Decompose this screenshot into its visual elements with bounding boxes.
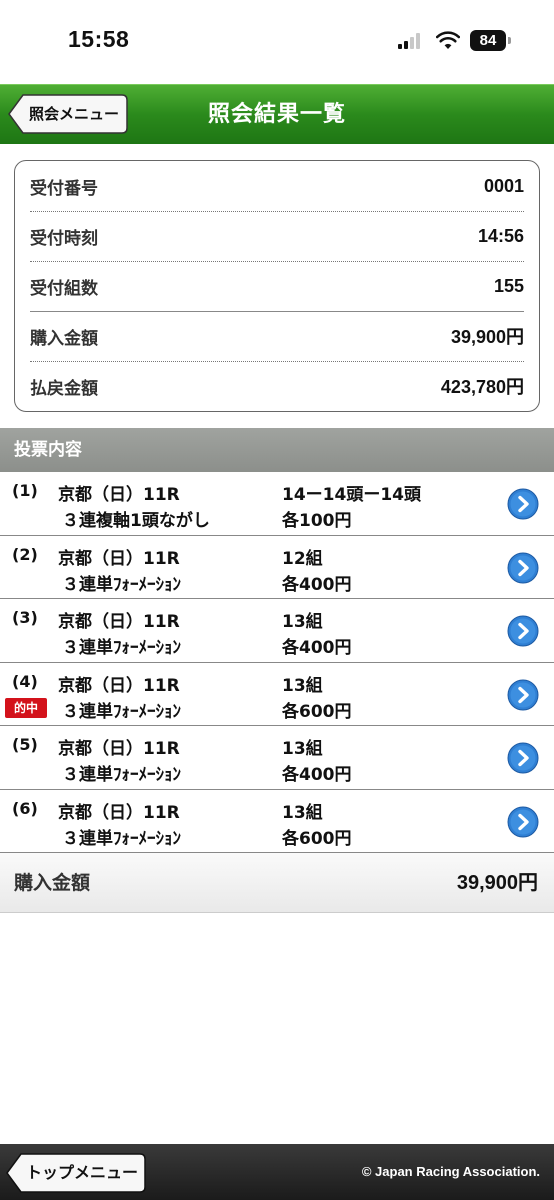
page-title: 照会結果一覧 (207, 102, 346, 127)
summary-label: 受付時刻 (30, 228, 98, 249)
summary-label: 払戻金額 (30, 378, 98, 399)
back-button[interactable]: 照会メニュー (8, 93, 128, 135)
bet-race: 京都（日）11R (58, 548, 180, 569)
total-label: 購入金額 (14, 872, 91, 894)
bet-list: (1) 京都（日）11R ３連複軸1頭ながし 14ー14頭ー14頭 各100円 … (0, 472, 554, 853)
nav-header: 照会メニュー 照会結果一覧 (0, 84, 554, 144)
bet-type: ３連単ﾌｫｰﾒｰｼｮﾝ (62, 765, 181, 785)
summary-row-purchase-amount: 購入金額 39,900円 (30, 311, 524, 361)
chevron-right-circle-icon[interactable] (507, 552, 539, 584)
back-button-label: 照会メニュー (28, 105, 119, 123)
bet-row-6[interactable]: (6) 京都（日）11R ３連単ﾌｫｰﾒｰｼｮﾝ 13組 各600円 (0, 789, 554, 853)
bet-detail: 13組 (282, 675, 323, 696)
total-value: 39,900円 (456, 872, 538, 894)
summary-row-receipt-number: 受付番号 0001 (30, 161, 524, 211)
bet-race: 京都（日）11R (58, 802, 180, 823)
bet-number: (6) (12, 798, 38, 818)
summary-row-payout-amount: 払戻金額 423,780円 (30, 361, 524, 411)
bet-race: 京都（日）11R (58, 612, 180, 632)
status-bar: 15:58 84 (0, 0, 554, 84)
bet-detail: 13組 (282, 739, 323, 759)
bet-amount: 各600円 (282, 828, 352, 849)
bet-amount: 各400円 (282, 574, 352, 595)
chevron-right-circle-icon[interactable] (507, 615, 539, 647)
total-bar: 購入金額 39,900円 (0, 853, 554, 913)
summary-value: 14:56 (477, 225, 524, 246)
summary-value: 39,900円 (450, 327, 524, 347)
chevron-right-circle-icon[interactable] (507, 742, 539, 774)
bet-row-4[interactable]: (4) 的中 京都（日）11R ３連単ﾌｫｰﾒｰｼｮﾝ 13組 各600円 (0, 662, 554, 726)
bet-row-3[interactable]: (3) 京都（日）11R ３連単ﾌｫｰﾒｰｼｮﾝ 13組 各400円 (0, 599, 554, 663)
bet-type: ３連複軸1頭ながし (62, 511, 210, 531)
chevron-right-circle-icon[interactable] (507, 806, 539, 838)
bet-type: ３連単ﾌｫｰﾒｰｼｮﾝ (62, 828, 181, 849)
bet-detail: 13組 (282, 612, 323, 632)
bet-amount: 各600円 (282, 701, 352, 722)
bet-row-2[interactable]: (2) 京都（日）11R ３連単ﾌｫｰﾒｰｼｮﾝ 12組 各400円 (0, 535, 554, 599)
hit-badge: 的中 (5, 697, 47, 718)
bet-number: (1) (12, 481, 38, 500)
top-menu-label: トップメニュー (25, 1163, 138, 1182)
summary-value: 423,780円 (440, 377, 524, 397)
bet-number: (3) (12, 608, 38, 627)
bet-amount: 各400円 (282, 638, 352, 658)
bet-detail: 14ー14頭ー14頭 (282, 485, 421, 505)
bet-number: (4) (12, 671, 38, 691)
summary-label: 受付番号 (30, 178, 98, 199)
bet-detail: 12組 (282, 548, 323, 569)
chevron-right-circle-icon[interactable] (507, 488, 539, 520)
top-menu-button[interactable]: トップメニュー (6, 1152, 146, 1194)
summary-label: 購入金額 (30, 328, 98, 349)
bet-type: ３連単ﾌｫｰﾒｰｼｮﾝ (62, 638, 181, 658)
bet-race: 京都（日）11R (58, 739, 180, 759)
footer-bar: トップメニュー © Japan Racing Association. (0, 1144, 554, 1200)
bet-race: 京都（日）11R (58, 675, 180, 696)
battery-icon: 84 (470, 30, 506, 51)
bet-amount: 各400円 (282, 765, 352, 785)
summary-label: 受付組数 (30, 278, 98, 299)
bet-row-1[interactable]: (1) 京都（日）11R ３連複軸1頭ながし 14ー14頭ー14頭 各100円 (0, 472, 554, 536)
bet-race: 京都（日）11R (58, 485, 180, 505)
bet-number: (2) (12, 544, 38, 564)
section-header: 投票内容 (0, 428, 554, 472)
bet-type: ３連単ﾌｫｰﾒｰｼｮﾝ (62, 574, 181, 595)
summary-value: 155 (493, 275, 524, 296)
cellular-signal-icon (398, 33, 424, 49)
bet-number: (5) (12, 735, 38, 754)
status-time: 15:58 (68, 26, 130, 52)
summary-value: 0001 (483, 175, 524, 196)
copyright: © Japan Racing Association. (361, 1164, 540, 1179)
summary-row-receipt-time: 受付時刻 14:56 (30, 211, 524, 261)
summary-card: 受付番号 0001 受付時刻 14:56 受付組数 155 購入金額 39,90… (14, 160, 540, 412)
wifi-icon (436, 31, 460, 49)
summary-row-receipt-count: 受付組数 155 (30, 261, 524, 311)
bet-type: ３連単ﾌｫｰﾒｰｼｮﾝ (62, 701, 181, 722)
bet-amount: 各100円 (282, 511, 352, 531)
chevron-right-circle-icon[interactable] (507, 679, 539, 711)
bet-row-5[interactable]: (5) 京都（日）11R ３連単ﾌｫｰﾒｰｼｮﾝ 13組 各400円 (0, 726, 554, 790)
bet-detail: 13組 (282, 802, 323, 823)
battery-tip (508, 37, 511, 44)
